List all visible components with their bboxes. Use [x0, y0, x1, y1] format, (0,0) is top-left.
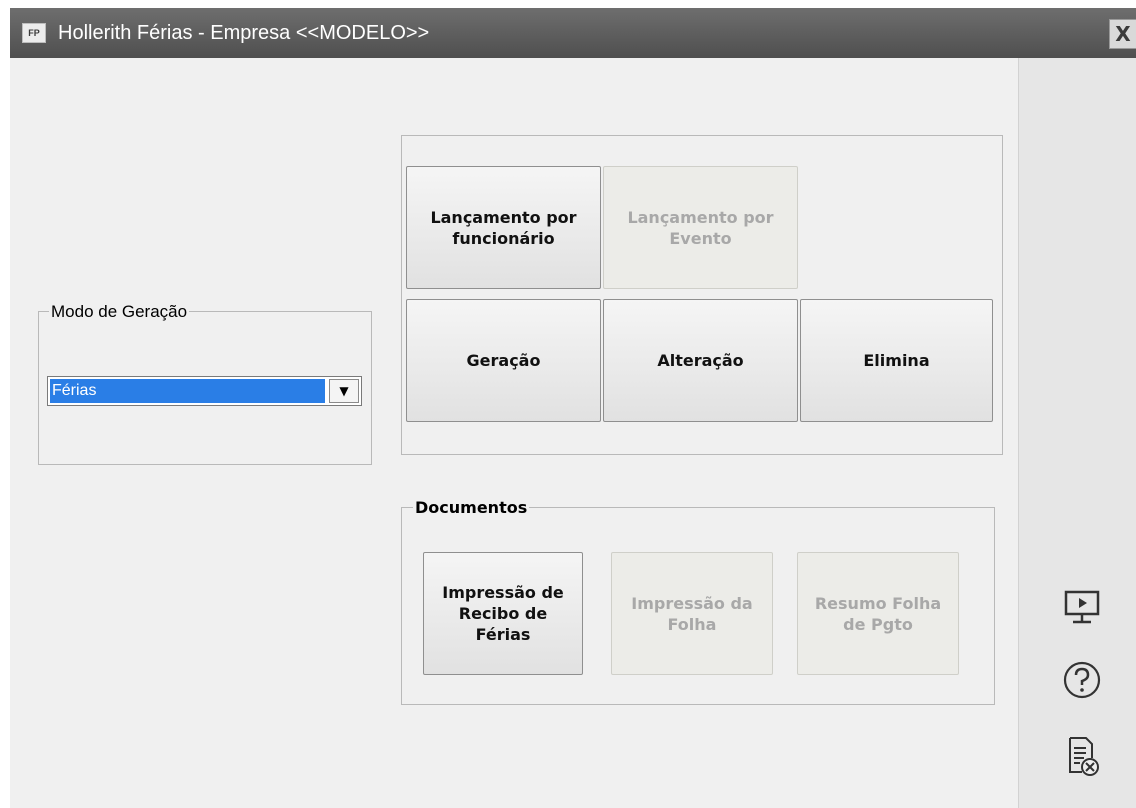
close-document-icon[interactable]	[1060, 732, 1104, 780]
impressao-recibo-button[interactable]: Impressão de Recibo de Férias	[423, 552, 583, 675]
lancamento-funcionario-label: Lançamento por funcionário	[430, 207, 577, 248]
modo-geracao-label: Modo de Geração	[49, 302, 190, 322]
app-icon: FP	[22, 23, 46, 43]
resumo-folha-label: Resumo Folha de Pgto	[814, 593, 942, 634]
title-bar: FP Hollerith Férias - Empresa <<MODELO>>…	[10, 8, 1136, 58]
lancamento-evento-label: Lançamento por Evento	[627, 207, 774, 248]
window-title: Hollerith Férias - Empresa <<MODELO>>	[58, 22, 430, 44]
documentos-label: Documentos	[413, 498, 530, 518]
window-left-edge	[0, 0, 10, 808]
close-window-button[interactable]: X	[1109, 19, 1136, 49]
modo-geracao-select[interactable]: Férias ▼	[47, 376, 362, 406]
impressao-recibo-label: Impressão de Recibo de Férias	[442, 583, 564, 644]
dropdown-arrow-icon[interactable]: ▼	[329, 379, 359, 403]
help-icon[interactable]	[1059, 657, 1105, 703]
elimina-button[interactable]: Elimina	[800, 299, 993, 422]
elimina-label: Elimina	[863, 351, 930, 370]
impressao-folha-label: Impressão da Folha	[631, 593, 753, 634]
alteracao-button[interactable]: Alteração	[603, 299, 798, 422]
lancamento-evento-button[interactable]: Lançamento por Evento	[603, 166, 798, 289]
lancamento-funcionario-button[interactable]: Lançamento por funcionário	[406, 166, 601, 289]
alteracao-label: Alteração	[657, 351, 744, 370]
video-tutorial-icon[interactable]	[1060, 585, 1104, 629]
geracao-label: Geração	[466, 351, 541, 370]
geracao-button[interactable]: Geração	[406, 299, 601, 422]
resumo-folha-button[interactable]: Resumo Folha de Pgto	[797, 552, 959, 675]
modo-geracao-selected-value: Férias	[49, 378, 326, 404]
impressao-folha-button[interactable]: Impressão da Folha	[611, 552, 773, 675]
